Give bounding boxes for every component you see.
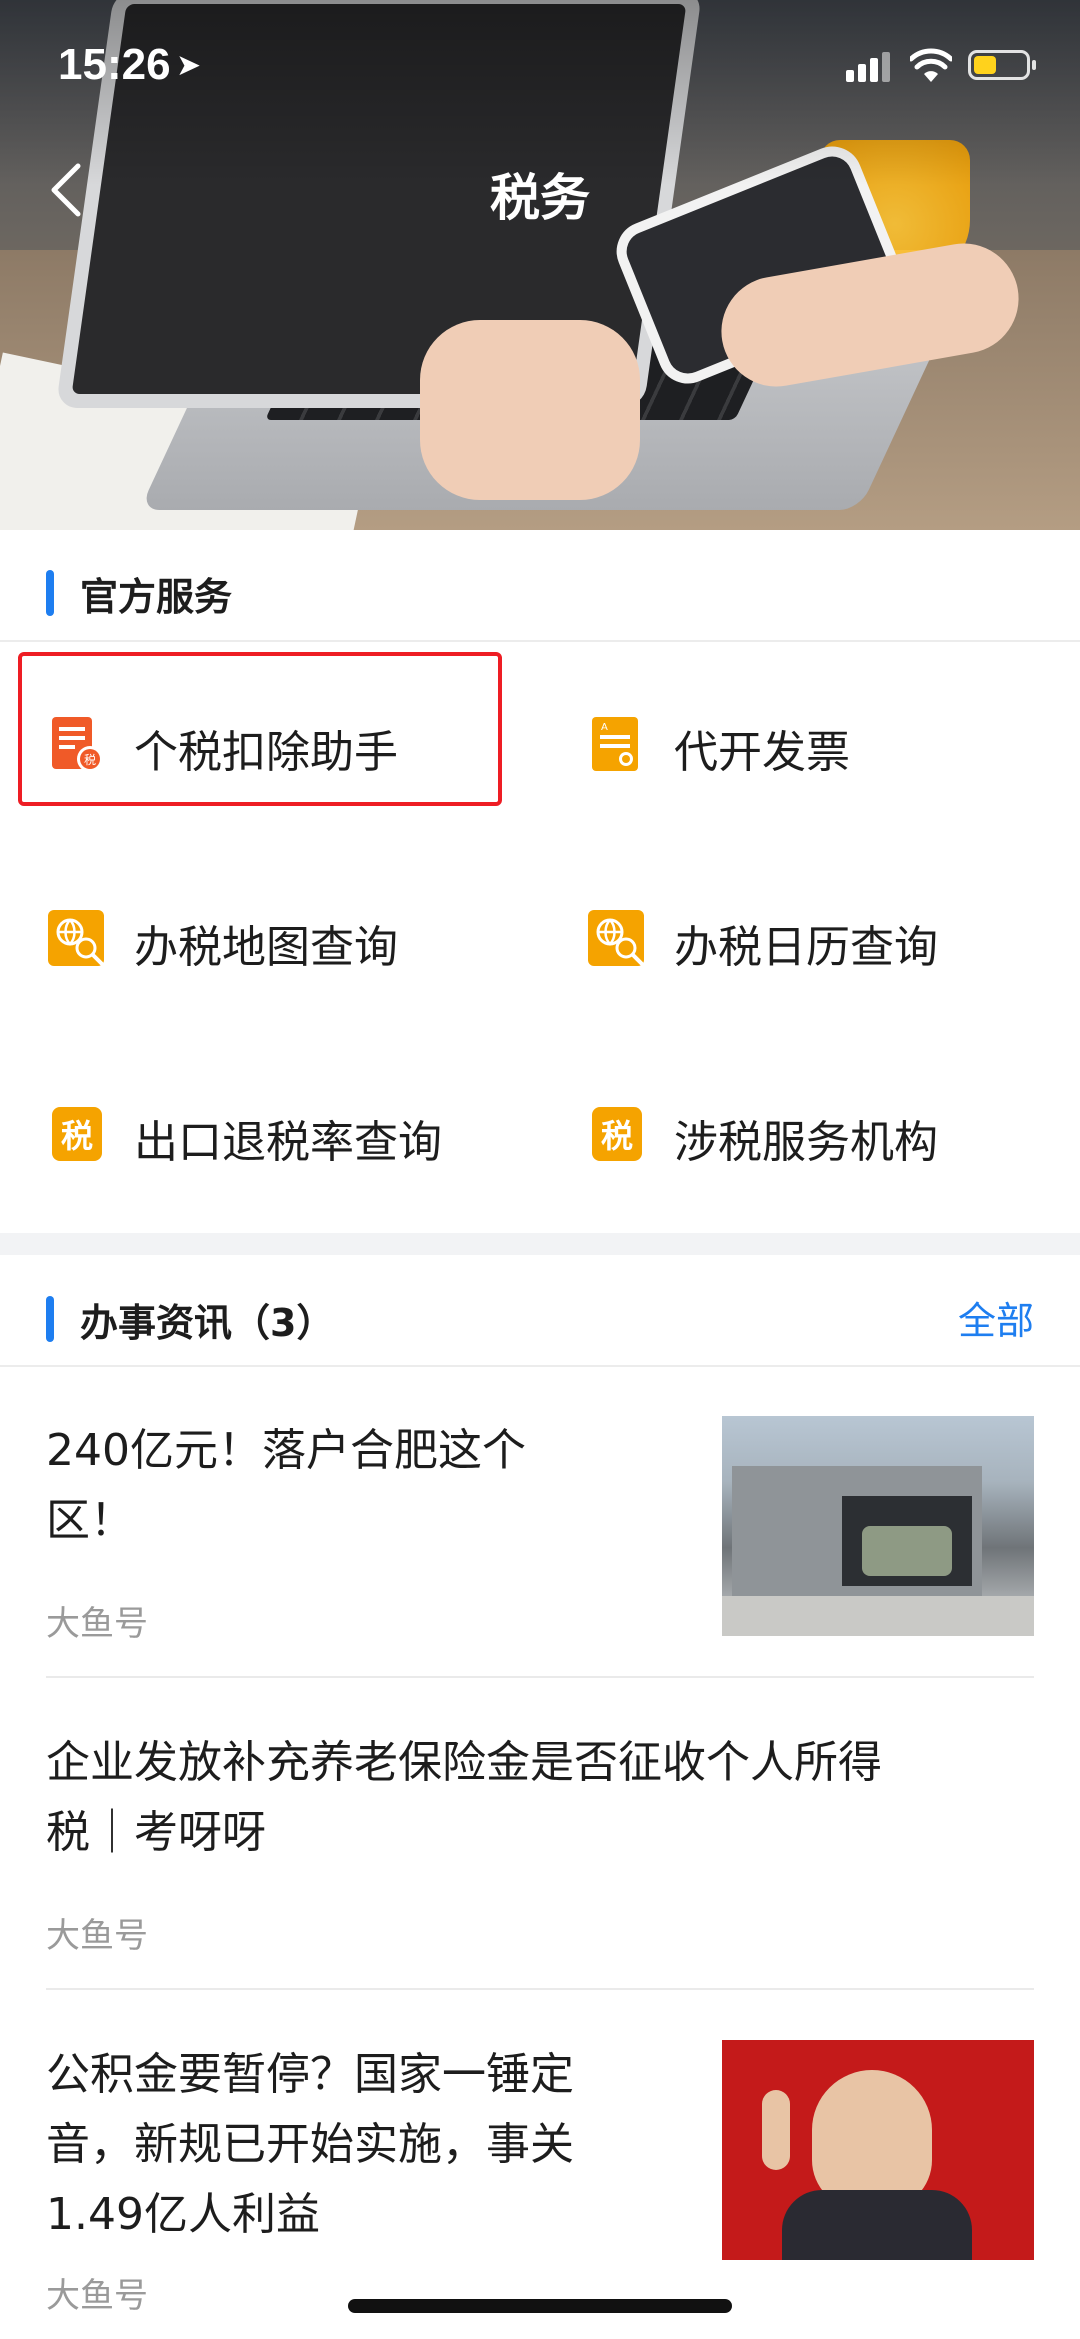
section-marker (46, 1296, 54, 1342)
news-title: 公积金要暂停？国家一锤定 音，新规已开始实施，事关 1.49亿人利益 (46, 2049, 574, 2240)
divider (0, 640, 1080, 642)
news-source: 大鱼号 (46, 1916, 148, 1956)
invoice-icon: A (592, 717, 638, 771)
status-bar: 15:26 ➤ (0, 0, 1080, 130)
news-title: 240亿元！落户合肥这个 区！ (46, 1425, 526, 1546)
wifi-icon (910, 48, 952, 82)
official-services-header: 官方服务 (0, 534, 1080, 642)
service-label: 涉税服务机构 (674, 1117, 938, 1168)
status-time: 15:26 (58, 40, 171, 89)
service-label: 办税地图查询 (134, 922, 398, 973)
news-separator (46, 1676, 1034, 1678)
news-title: 企业发放补充养老保险金是否征收个人所得 税｜考呀呀 (46, 1737, 882, 1858)
svg-text:税: 税 (84, 753, 96, 767)
news-source: 大鱼号 (46, 2276, 148, 2316)
view-all-link[interactable]: 全部 (958, 1290, 1034, 1345)
nav-bar: 税务 (0, 140, 1080, 240)
svg-text:A: A (601, 722, 608, 733)
section-title: 官方服务 (80, 575, 233, 619)
divider (0, 1365, 1080, 1367)
tax-emblem-icon: 税 (592, 1107, 642, 1161)
tax-emblem-icon: 税 (52, 1107, 102, 1161)
service-invoice-issuing[interactable]: A 代开发票 (586, 680, 1046, 810)
tax-doc-icon: 税 (52, 717, 103, 772)
svg-text:税: 税 (601, 1117, 633, 1155)
home-indicator[interactable] (348, 2299, 732, 2313)
news-source: 大鱼号 (46, 1604, 148, 1644)
news-item[interactable]: 公积金要暂停？国家一锤定 音，新规已开始实施，事关 1.49亿人利益 大鱼号 (46, 2040, 1034, 2316)
service-export-tax-rebate-query[interactable]: 税 出口退税率查询 (46, 1070, 526, 1200)
service-tax-map-query[interactable]: 办税地图查询 (46, 875, 526, 1005)
news-thumbnail-car-station (722, 1416, 1034, 1636)
service-label: 办税日历查询 (674, 922, 938, 973)
cellular-signal-icon (846, 52, 894, 82)
globe-search-icon (588, 910, 644, 966)
news-header: 办事资讯（3） 全部 (0, 1260, 1080, 1368)
service-tax-agencies[interactable]: 税 涉税服务机构 (586, 1070, 1046, 1200)
service-label: 代开发票 (674, 727, 850, 778)
section-title: 办事资讯（3） (80, 1301, 335, 1345)
news-thumbnail-speaker (722, 2040, 1034, 2260)
service-tax-calendar-query[interactable]: 办税日历查询 (586, 875, 1046, 1005)
page-title: 税务 (490, 169, 590, 227)
section-gap (0, 1233, 1080, 1255)
service-label: 出口退税率查询 (134, 1117, 442, 1168)
location-arrow-icon: ➤ (176, 48, 202, 83)
news-item[interactable]: 企业发放补充养老保险金是否征收个人所得 税｜考呀呀 大鱼号 (46, 1728, 1034, 1968)
section-marker (46, 570, 54, 616)
service-label: 个税扣除助手 (134, 727, 398, 778)
service-tax-deduction-assistant[interactable]: 税 个税扣除助手 (46, 680, 526, 810)
globe-search-icon (48, 910, 104, 966)
battery-icon (968, 50, 1036, 80)
svg-text:税: 税 (61, 1117, 93, 1155)
news-separator (46, 1988, 1034, 1990)
news-item[interactable]: 240亿元！落户合肥这个 区！ 大鱼号 (46, 1416, 1034, 1656)
